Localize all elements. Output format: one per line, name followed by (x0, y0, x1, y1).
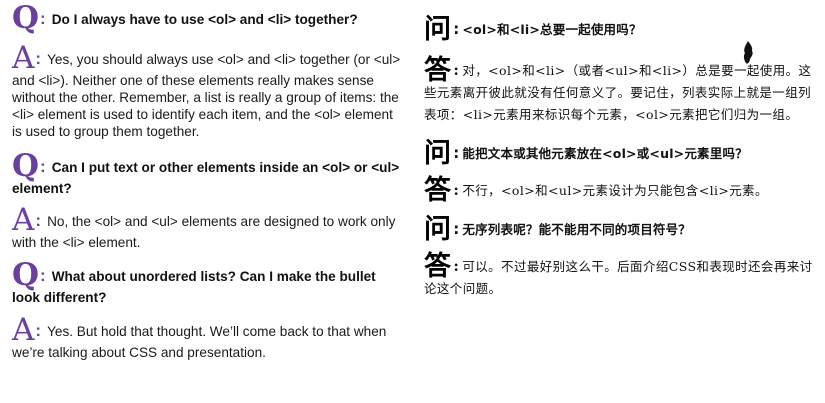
question-3-text: What about unordered lists? Can I make t… (12, 269, 376, 305)
q-colon: : (40, 157, 46, 176)
question-1: Q: Do I always have to use <ol> and <li> … (12, 3, 405, 34)
english-faq-column: Q: Do I always have to use <ol> and <li> … (12, 3, 405, 361)
a-colon: : (35, 211, 42, 230)
cn-question-1: 问: <ol>和<li>总要一起使用吗？ (424, 16, 819, 43)
cn-answer-2: 答: 不行，<ol>和<ul>元素设计为只能包含<li>元素。 (424, 177, 819, 204)
cn-a-glyph: 答 (424, 55, 452, 86)
q-colon: : (40, 9, 46, 28)
a-colon: : (35, 49, 42, 68)
a-colon: : (35, 321, 42, 340)
answer-3-text: Yes. But hold that thought. We’ll come b… (12, 324, 387, 360)
answer-1-text: Yes, you should always use <ol> and <li>… (12, 52, 401, 139)
cn-answer-3: 答: 可以。不过最好别这么干。后面介绍CSS和表现时还会再来讨论这个问题。 (424, 253, 819, 300)
cn-question-3-text: 无序列表呢？能不能用不同的项目符号？ (462, 222, 692, 237)
cn-question-1-text: <ol>和<li>总要一起使用吗？ (462, 22, 642, 37)
cn-q-colon: : (453, 220, 460, 238)
answer-3: A: Yes. But hold that thought. We’ll come… (12, 315, 405, 361)
cn-answer-1: 答: 对，<ol>和<li>（或者<ul>和<li>）总是要一起使用。这些元素离开… (424, 57, 819, 126)
answer-2: A: No, the <ol> and <ul> elements are des… (12, 205, 405, 251)
a-glyph: A (12, 202, 35, 238)
q-colon: : (40, 266, 46, 285)
chinese-faq-column: 问: <ol>和<li>总要一起使用吗？ 答: 对，<ol>和<li>（或者<ul>… (424, 16, 819, 300)
question-3: Q: What about unordered lists? Can I make… (12, 260, 405, 306)
cn-q-glyph: 问 (424, 14, 452, 45)
a-glyph: A (12, 312, 35, 348)
cn-a-colon: : (453, 61, 460, 79)
answer-2-text: No, the <ol> and <ul> elements are desig… (12, 214, 396, 250)
cn-a-glyph: 答 (424, 251, 452, 282)
cn-a-colon: : (453, 257, 460, 275)
cn-answer-2-text: 不行，<ol>和<ul>元素设计为只能包含<li>元素。 (462, 183, 768, 198)
cn-a-glyph: 答 (424, 175, 452, 206)
ink-blot-icon (743, 41, 753, 64)
cn-answer-3-text: 可以。不过最好别这么干。后面介绍CSS和表现时还会再来讨论这个问题。 (424, 259, 813, 296)
q-glyph: Q (12, 257, 40, 293)
question-1-text: Do I always have to use <ol> and <li> to… (51, 12, 358, 27)
q-glyph: Q (12, 148, 40, 184)
q-glyph: Q (12, 0, 40, 36)
cn-question-2-text: 能把文本或其他元素放在<ol>或<ul>元素里吗？ (462, 146, 748, 161)
question-2: Q: Can I put text or other elements insid… (12, 151, 405, 197)
cn-q-glyph: 问 (424, 214, 452, 245)
cn-q-colon: : (453, 20, 460, 38)
cn-answer-1-text: 对，<ol>和<li>（或者<ul>和<li>）总是要一起使用。这些元素离开彼此… (424, 63, 812, 122)
cn-q-colon: : (453, 144, 460, 162)
cn-question-2: 问: 能把文本或其他元素放在<ol>或<ul>元素里吗？ (424, 140, 819, 167)
cn-question-3: 问: 无序列表呢？能不能用不同的项目符号？ (424, 216, 819, 243)
cn-a-colon: : (453, 181, 460, 199)
cn-q-glyph: 问 (424, 138, 452, 169)
question-2-text: Can I put text or other elements inside … (12, 160, 400, 196)
a-glyph: A (12, 40, 35, 76)
answer-1: A: Yes, you should always use <ol> and <l… (12, 43, 405, 140)
